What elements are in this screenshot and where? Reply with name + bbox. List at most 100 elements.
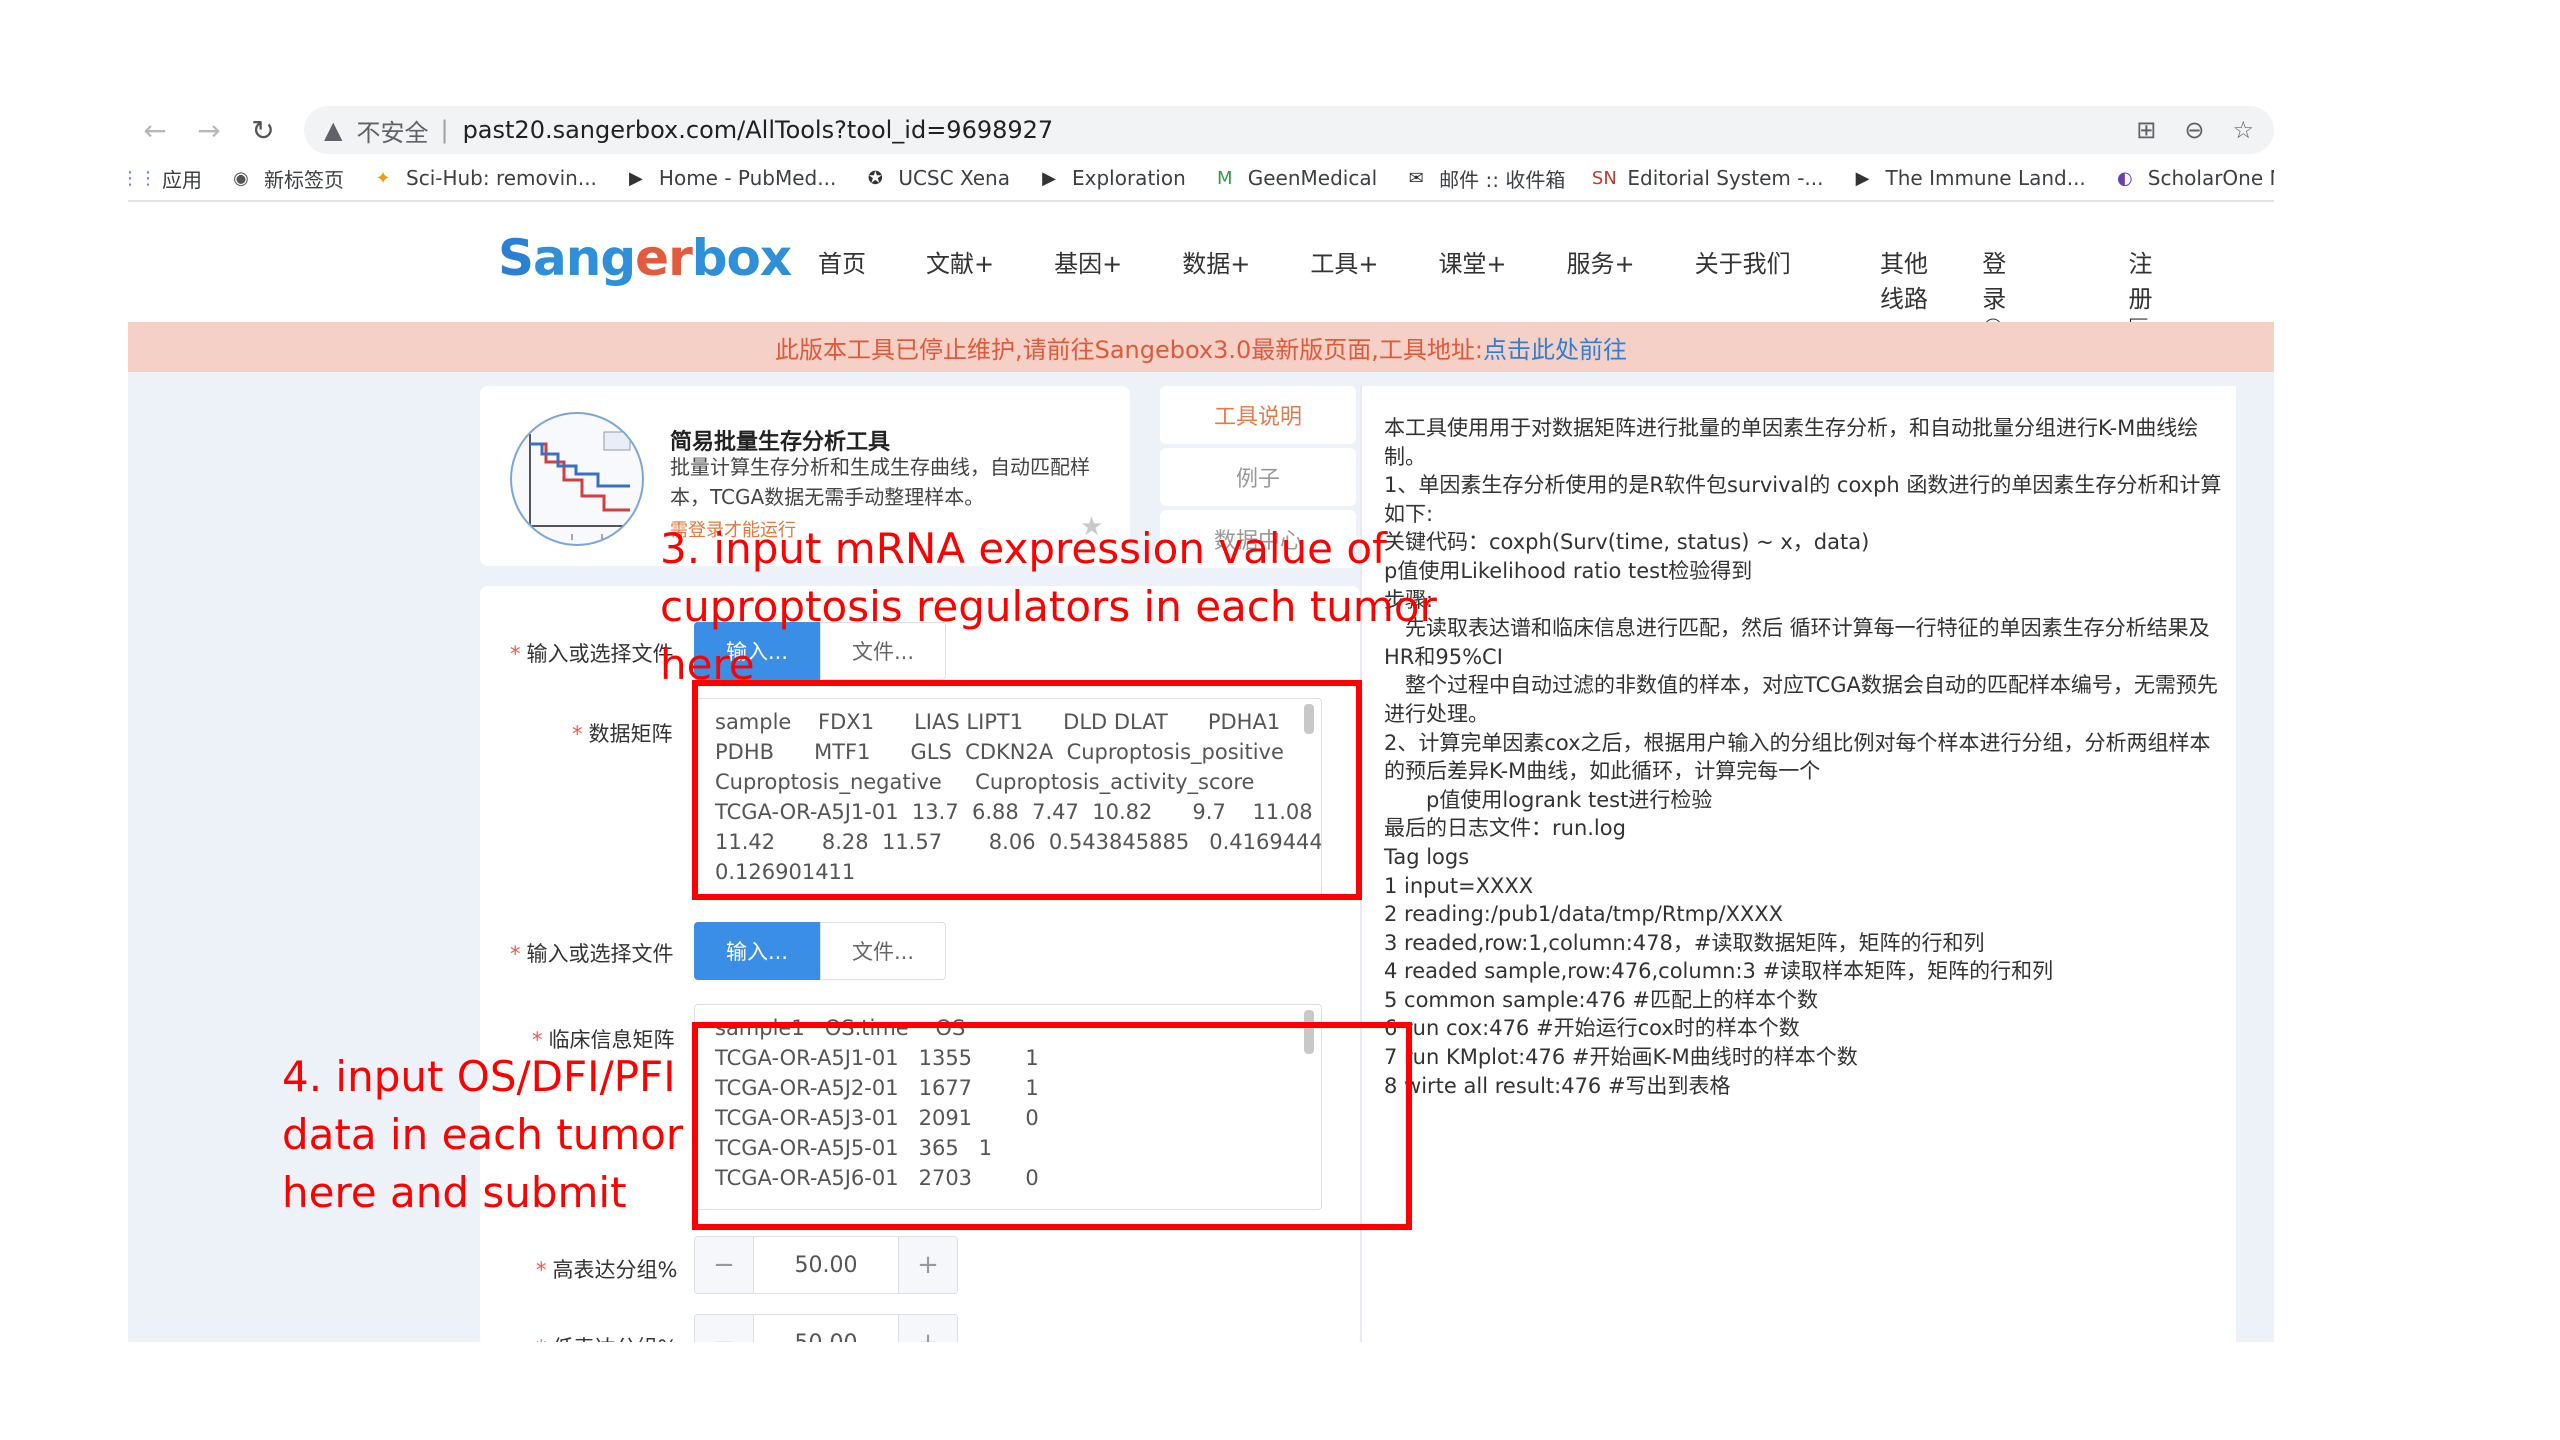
login-label: 登录 [1982, 250, 2007, 313]
bookmark-label: UCSC Xena [898, 166, 1010, 190]
description-line: 5 common sample:476 #匹配上的样本个数 [1384, 987, 1818, 1012]
description-line: 7 run KMplot:476 #开始画K-M曲线时的样本个数 [1384, 1045, 1858, 1070]
bookmark-label: Home - PubMed... [658, 166, 837, 190]
pubmed-icon: ▶ [629, 167, 643, 189]
nav-tools[interactable]: 工具+ [1310, 244, 1378, 279]
required-mark: * [572, 722, 583, 746]
description-line: 步骤: [1384, 587, 1434, 612]
data-matrix-label-text: 数据矩阵 [588, 722, 673, 746]
manual-input-button-2[interactable]: 输入... [694, 922, 820, 980]
nav-data[interactable]: 数据+ [1182, 244, 1250, 279]
tool-description: 批量计算生存分析和生成生存曲线，自动匹配样本，TCGA数据无需手动整理样本。 [670, 455, 1090, 509]
main-nav: 首页 文献+ 基因+ 数据+ 工具+ 课堂+ 服务+ 关于我们 [818, 244, 1851, 279]
input-select-label-2-text: 输入或选择文件 [526, 942, 674, 966]
zoom-icon[interactable]: ⊖ [2184, 116, 2204, 144]
translate-icon[interactable]: ⊞ [2136, 116, 2156, 144]
apps-grid-icon: ⋮⋮ [128, 167, 157, 189]
nav-gene[interactable]: 基因+ [1054, 244, 1122, 279]
description-line: 8 wirte all result:476 #写出到表格 [1384, 1073, 1731, 1098]
bookmark-item[interactable]: ▶ The Immune Land... [1852, 166, 2086, 190]
logo-mid: ang [533, 229, 636, 287]
data-matrix-label: * 数据矩阵 [572, 718, 673, 748]
description-panel: 本工具使用用于对数据矩阵进行批量的单因素生存分析，和自动批量分组进行K-M曲线绘… [1360, 386, 2236, 1342]
logo-box: box [691, 229, 792, 287]
high-expression-label: * 高表达分组% [536, 1254, 677, 1284]
description-line: p值使用logrank test进行检验 [1384, 787, 1713, 812]
description-line: 3 readed,row:1,column:478，#读取数据矩阵，矩阵的行和列 [1384, 930, 1985, 955]
bookmark-label: Exploration [1072, 166, 1186, 190]
required-mark: * [510, 942, 521, 966]
description-line: 整个过程中自动过滤的非数值的样本，对应TCGA数据会自动的匹配样本编号，无需预先… [1384, 673, 2218, 726]
input-select-label-1: * 输入或选择文件 [510, 638, 674, 668]
high-expression-value[interactable]: 50.00 [753, 1237, 899, 1293]
bookmark-star-icon[interactable]: ☆ [2232, 116, 2254, 144]
bookmark-item[interactable]: ✉ 邮件 :: 收件箱 [1405, 164, 1566, 193]
bookmark-item[interactable]: ▶ Home - PubMed... [625, 166, 836, 190]
back-icon[interactable]: ← [128, 108, 182, 152]
exploration-icon: ▶ [1042, 167, 1056, 189]
description-line: 6 run cox:476 #开始运行cox时的样本个数 [1384, 1016, 1800, 1041]
notice-link[interactable]: 点击此处前往 [1483, 330, 1627, 365]
url-separator: | [440, 116, 449, 144]
bookmark-label: Sci-Hub: removin... [406, 166, 597, 190]
tab-tool-description[interactable]: 工具说明 [1160, 386, 1356, 444]
warning-icon: ▲ [324, 116, 343, 144]
input-select-label-1-text: 输入或选择文件 [526, 642, 674, 666]
reload-icon[interactable]: ↻ [236, 108, 290, 152]
bookmark-label: The Immune Land... [1885, 166, 2086, 190]
description-line: 4 readed sample,row:476,column:3 #读取样本矩阵… [1384, 959, 2054, 984]
bookmark-item[interactable]: ✪ UCSC Xena [864, 166, 1010, 190]
xena-icon: ✪ [867, 167, 883, 189]
bookmark-item[interactable]: ◐ ScholarOne Man [2114, 166, 2274, 190]
forward-icon[interactable]: → [182, 108, 236, 152]
notice-text: 此版本工具已停止维护,请前往Sangebox3.0最新版页面,工具地址: [774, 335, 1484, 364]
description-line: 1、单因素生存分析使用的是R软件包survival的 coxph 函数进行的单因… [1384, 473, 2222, 526]
bookmark-label: Editorial System -... [1627, 166, 1824, 190]
register-label: 注册 [2128, 250, 2153, 313]
bookmark-label: 邮件 :: 收件箱 [1439, 167, 1566, 192]
bookmark-item[interactable]: ⋮⋮应用 [128, 164, 202, 193]
sangerbox-logo[interactable]: Sangerbox [498, 229, 792, 287]
browser-omnibar: ← → ↻ ▲ 不安全 | past20.sangerbox.com/AllTo… [128, 104, 2274, 156]
bookmark-item[interactable]: SN Editorial System -... [1591, 166, 1824, 190]
address-bar[interactable]: ▲ 不安全 | past20.sangerbox.com/AllTools?to… [304, 106, 2274, 154]
increment-button[interactable]: + [899, 1237, 957, 1293]
bookmark-item[interactable]: M GeenMedical [1214, 166, 1377, 190]
geenmedical-icon: M [1216, 167, 1233, 189]
input-select-label-2: * 输入或选择文件 [510, 938, 674, 968]
description-line: 关键代码：coxph(Surv(time, status) ~ x，data) [1384, 530, 1870, 555]
bookmark-label: 新标签页 [264, 167, 344, 192]
description-line: 先读取表达谱和临床信息进行匹配，然后 循环计算每一行特征的单因素生存分析结果及H… [1384, 616, 2210, 669]
nav-service[interactable]: 服务+ [1567, 244, 1635, 279]
tab-example[interactable]: 例子 [1160, 448, 1356, 506]
nav-about[interactable]: 关于我们 [1695, 244, 1791, 279]
required-mark: * [510, 642, 521, 666]
sn-icon: SN [1591, 167, 1617, 189]
mail-icon: ✉ [1408, 167, 1424, 189]
file-input-button-2[interactable]: 文件... [820, 922, 946, 980]
description-line: Tag logs [1384, 844, 1470, 869]
nav-home[interactable]: 首页 [818, 244, 866, 279]
decrement-button[interactable]: − [695, 1237, 753, 1293]
logo-letter-s: S [498, 229, 534, 287]
bookmark-item[interactable]: ◉ 新标签页 [230, 164, 344, 193]
scihub-icon: ✦ [375, 167, 391, 189]
description-line: 最后的日志文件：run.log [1384, 816, 1626, 841]
page-bottom-margin [0, 1342, 2560, 1440]
logo-er: er [635, 229, 693, 287]
bookmark-item[interactable]: ▶ Exploration [1038, 166, 1186, 190]
nav-literature[interactable]: 文献+ [926, 244, 994, 279]
annotation-note-3: 3. input mRNA expression value of cuprop… [660, 524, 1437, 689]
globe-icon: ◉ [233, 167, 249, 189]
immune-icon: ▶ [1855, 167, 1870, 189]
bookmark-label: GeenMedical [1247, 166, 1378, 190]
annotation-box-clinical [692, 1022, 1412, 1230]
nav-classroom[interactable]: 课堂+ [1438, 244, 1506, 279]
high-expression-stepper: − 50.00 + [694, 1236, 958, 1294]
url-text[interactable]: past20.sangerbox.com/AllTools?tool_id=96… [463, 116, 1054, 144]
bookmarks-bar: ⋮⋮应用 ◉ 新标签页 ✦ Sci-Hub: removin... ▶ Home - Pub… [128, 156, 2274, 202]
description-line: 本工具使用用于对数据矩阵进行批量的单因素生存分析，和自动批量分组进行K-M曲线绘… [1384, 416, 2199, 469]
bookmark-item[interactable]: ✦ Sci-Hub: removin... [372, 166, 597, 190]
bookmark-label: ScholarOne Man [2147, 166, 2274, 190]
survival-curve-thumbnail [510, 412, 644, 546]
